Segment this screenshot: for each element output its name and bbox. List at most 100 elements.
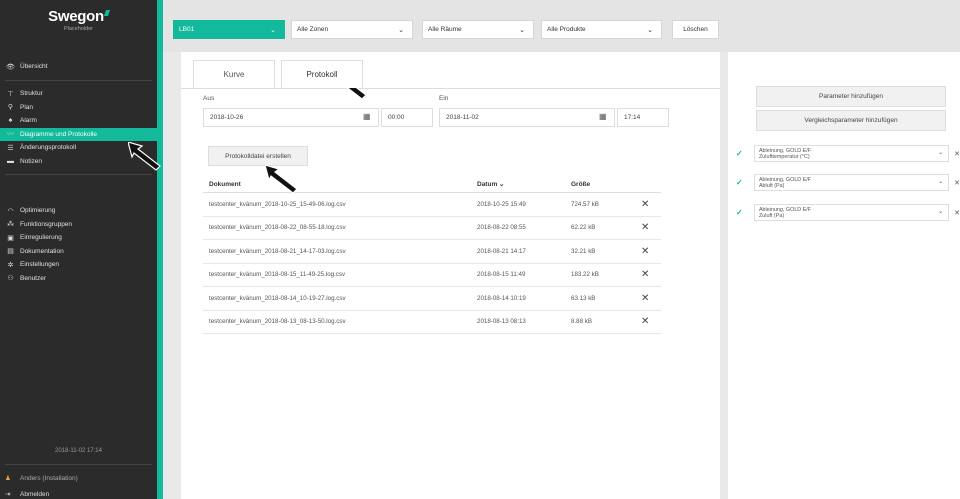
- chevron-down-icon: ⌄: [938, 150, 944, 156]
- remove-icon[interactable]: ✕: [954, 209, 960, 217]
- tab-log[interactable]: Protokoll: [281, 60, 363, 88]
- checkbox-checked-icon[interactable]: ✓: [736, 149, 746, 159]
- row-date: 2018-08-13 08:13: [477, 318, 526, 326]
- calendar-icon[interactable]: ▦: [599, 112, 607, 121]
- rooms-select-value: Alle Räume: [428, 26, 462, 33]
- from-time-value: 00:00: [388, 114, 405, 121]
- delete-icon[interactable]: ✕: [641, 246, 661, 257]
- checkbox-checked-icon[interactable]: ✓: [736, 208, 746, 218]
- delete-icon[interactable]: ✕: [641, 316, 661, 327]
- chevron-down-icon: ⌄: [519, 27, 525, 34]
- to-date-value: 2018-11-02: [446, 114, 479, 121]
- table-row[interactable]: testcenter_kvänum_2018-08-21_14-17-03.lo…: [203, 240, 661, 264]
- delete-icon[interactable]: ✕: [641, 269, 661, 280]
- sidebar-item-function-groups[interactable]: ⁂ Funktionsgruppen: [0, 218, 157, 232]
- parameter-panel: Parameter hinzufügen Vergleichsparameter…: [728, 52, 960, 499]
- chevron-down-icon: ⌄: [938, 179, 944, 185]
- chevron-down-icon: ⌄: [270, 27, 276, 34]
- table-row[interactable]: testcenter_kvänum_2018-08-15_11-49-25.lo…: [203, 264, 661, 287]
- sidebar-item-label: Dokumentation: [20, 247, 64, 255]
- tune-icon: ▣: [7, 234, 14, 242]
- remove-icon[interactable]: ✕: [954, 179, 960, 187]
- delete-icon[interactable]: ✕: [641, 293, 661, 304]
- sidebar-item-diagrams[interactable]: 〰 Diagramme und Protokolle: [0, 127, 157, 141]
- document-icon: ▤: [7, 248, 14, 256]
- parameter-select[interactable]: Ableinung, GOLD E/F Abluft (Pa) ⌄: [753, 174, 950, 191]
- from-date-input[interactable]: 2018-10-26: [203, 108, 379, 127]
- table-row[interactable]: testcenter_kvänum_2018-08-14_10-19-27.lo…: [203, 287, 661, 311]
- table-row[interactable]: testcenter_kvänum_2018-10-25_15-49-06.lo…: [203, 193, 661, 217]
- sidebar-item-struktur[interactable]: ⊤ Struktur: [0, 87, 157, 101]
- brand-subtitle: Placeholder: [63, 26, 94, 32]
- sidebar-item-label: Übersicht: [20, 63, 48, 71]
- checkbox-checked-icon[interactable]: ✓: [736, 178, 746, 188]
- sidebar-item-label: Einregulierung: [20, 234, 62, 242]
- chevron-down-icon: ⌄: [398, 27, 404, 34]
- sidebar-item-users[interactable]: ⚇ Benutzer: [0, 272, 157, 286]
- row-size: 724.57 kB: [571, 200, 599, 208]
- from-time-input[interactable]: 00:00: [381, 108, 433, 127]
- sidebar-item-settings[interactable]: ✲ Einstellungen: [0, 258, 157, 272]
- column-header-date[interactable]: Datum ⌄: [477, 180, 571, 188]
- current-user[interactable]: ♟ Anders (Installation): [5, 474, 78, 483]
- chart-icon: 〰: [7, 131, 14, 139]
- document-link[interactable]: testcenter_kvänum_2018-08-21_14-17-03.lo…: [203, 248, 477, 255]
- products-select[interactable]: Alle Produkte ⌄: [541, 20, 662, 39]
- add-parameter-button[interactable]: Parameter hinzufügen: [756, 86, 946, 107]
- note-icon: ▬: [7, 157, 14, 165]
- sidebar-item-label: Funktionsgruppen: [20, 220, 73, 228]
- list-icon: ☰: [7, 144, 14, 152]
- to-time-input[interactable]: 17:14: [617, 108, 669, 127]
- add-compare-parameter-button[interactable]: Vergleichsparameter hinzufügen: [756, 110, 946, 131]
- sidebar-item-overview[interactable]: 👁 Übersicht: [0, 60, 157, 74]
- sidebar-item-label: Optimierung: [20, 207, 56, 215]
- users-icon: ⚇: [7, 275, 14, 283]
- clear-filters-button[interactable]: Löschen: [672, 20, 719, 39]
- sidebar-item-regulation[interactable]: ▣ Einregulierung: [0, 231, 157, 245]
- brand-name: Swegon: [48, 8, 104, 25]
- unit-select-value: LB01: [179, 26, 195, 33]
- parameter-item: ✓ Ableinung, GOLD E/F Zuluft (Pa) ⌄ ✕: [736, 204, 960, 221]
- filter-bar: LB01 ⌄ Alle Zonen ⌄ Alle Räume ⌄ Alle Pr…: [163, 0, 960, 52]
- main-panel: Kurve Protokoll Aus 2018-10-26 ▦ 00:00 E…: [181, 52, 720, 499]
- sidebar-item-documentation[interactable]: ▤ Dokumentation: [0, 245, 157, 259]
- logout-link[interactable]: ⇥ Abmelden: [5, 490, 49, 499]
- from-label: Aus: [203, 95, 215, 102]
- create-log-button[interactable]: Protokolldatei erstellen: [208, 146, 308, 166]
- to-label: Ein: [439, 95, 449, 102]
- sidebar-item-optimization[interactable]: ◠ Optimierung: [0, 204, 157, 218]
- to-date-input[interactable]: 2018-11-02: [439, 108, 615, 127]
- current-user-label: Anders (Installation): [20, 474, 78, 482]
- zones-select[interactable]: Alle Zonen ⌄: [291, 20, 413, 39]
- parameter-item: ✓ Ableinung, GOLD E/F Abluft (Pa) ⌄ ✕: [736, 174, 960, 191]
- delete-icon[interactable]: ✕: [641, 222, 661, 233]
- sidebar: Swegon Placeholder 👁 Übersicht ⊤ Struktu…: [0, 0, 157, 499]
- row-size: 62.22 kB: [571, 224, 596, 232]
- document-link[interactable]: testcenter_kvänum_2018-08-14_10-19-27.lo…: [203, 295, 477, 302]
- remove-icon[interactable]: ✕: [954, 150, 960, 158]
- table-row[interactable]: testcenter_kvänum_2018-08-13_08-13-50.lo…: [203, 311, 661, 334]
- tab-divider: [181, 88, 720, 89]
- sidebar-item-plan[interactable]: ⚲ Plan: [0, 101, 157, 115]
- sidebar-item-label: Plan: [20, 103, 34, 111]
- parameter-select[interactable]: Ableinung, GOLD E/F Zulufttemperatur (°C…: [753, 145, 950, 162]
- divider: [5, 80, 152, 81]
- sidebar-item-alarm[interactable]: ♠ Alarm: [0, 114, 157, 128]
- document-link[interactable]: testcenter_kvänum_2018-08-15_11-49-25.lo…: [203, 271, 477, 278]
- unit-select[interactable]: LB01 ⌄: [173, 20, 285, 39]
- parameter-select[interactable]: Ableinung, GOLD E/F Zuluft (Pa) ⌄: [753, 204, 950, 221]
- document-link[interactable]: testcenter_kvänum_2018-08-13_08-13-50.lo…: [203, 318, 477, 325]
- row-date: 2018-10-25 15:49: [477, 200, 526, 208]
- table-row[interactable]: testcenter_kvänum_2018-08-22_08-55-18.lo…: [203, 217, 661, 240]
- column-header-size[interactable]: Größe: [571, 181, 641, 188]
- column-header-document[interactable]: Dokument: [203, 181, 477, 188]
- calendar-icon[interactable]: ▦: [363, 112, 371, 121]
- delete-icon[interactable]: ✕: [641, 199, 661, 210]
- document-link[interactable]: testcenter_kvänum_2018-10-25_15-49-06.lo…: [203, 201, 477, 208]
- sidebar-item-label: Benutzer: [20, 274, 47, 282]
- rooms-select[interactable]: Alle Räume ⌄: [422, 20, 534, 39]
- document-link[interactable]: testcenter_kvänum_2018-08-22_08-55-18.lo…: [203, 224, 477, 231]
- zones-select-value: Alle Zonen: [297, 26, 329, 33]
- row-size: 63.13 kB: [571, 294, 596, 302]
- tab-curve[interactable]: Kurve: [193, 60, 275, 88]
